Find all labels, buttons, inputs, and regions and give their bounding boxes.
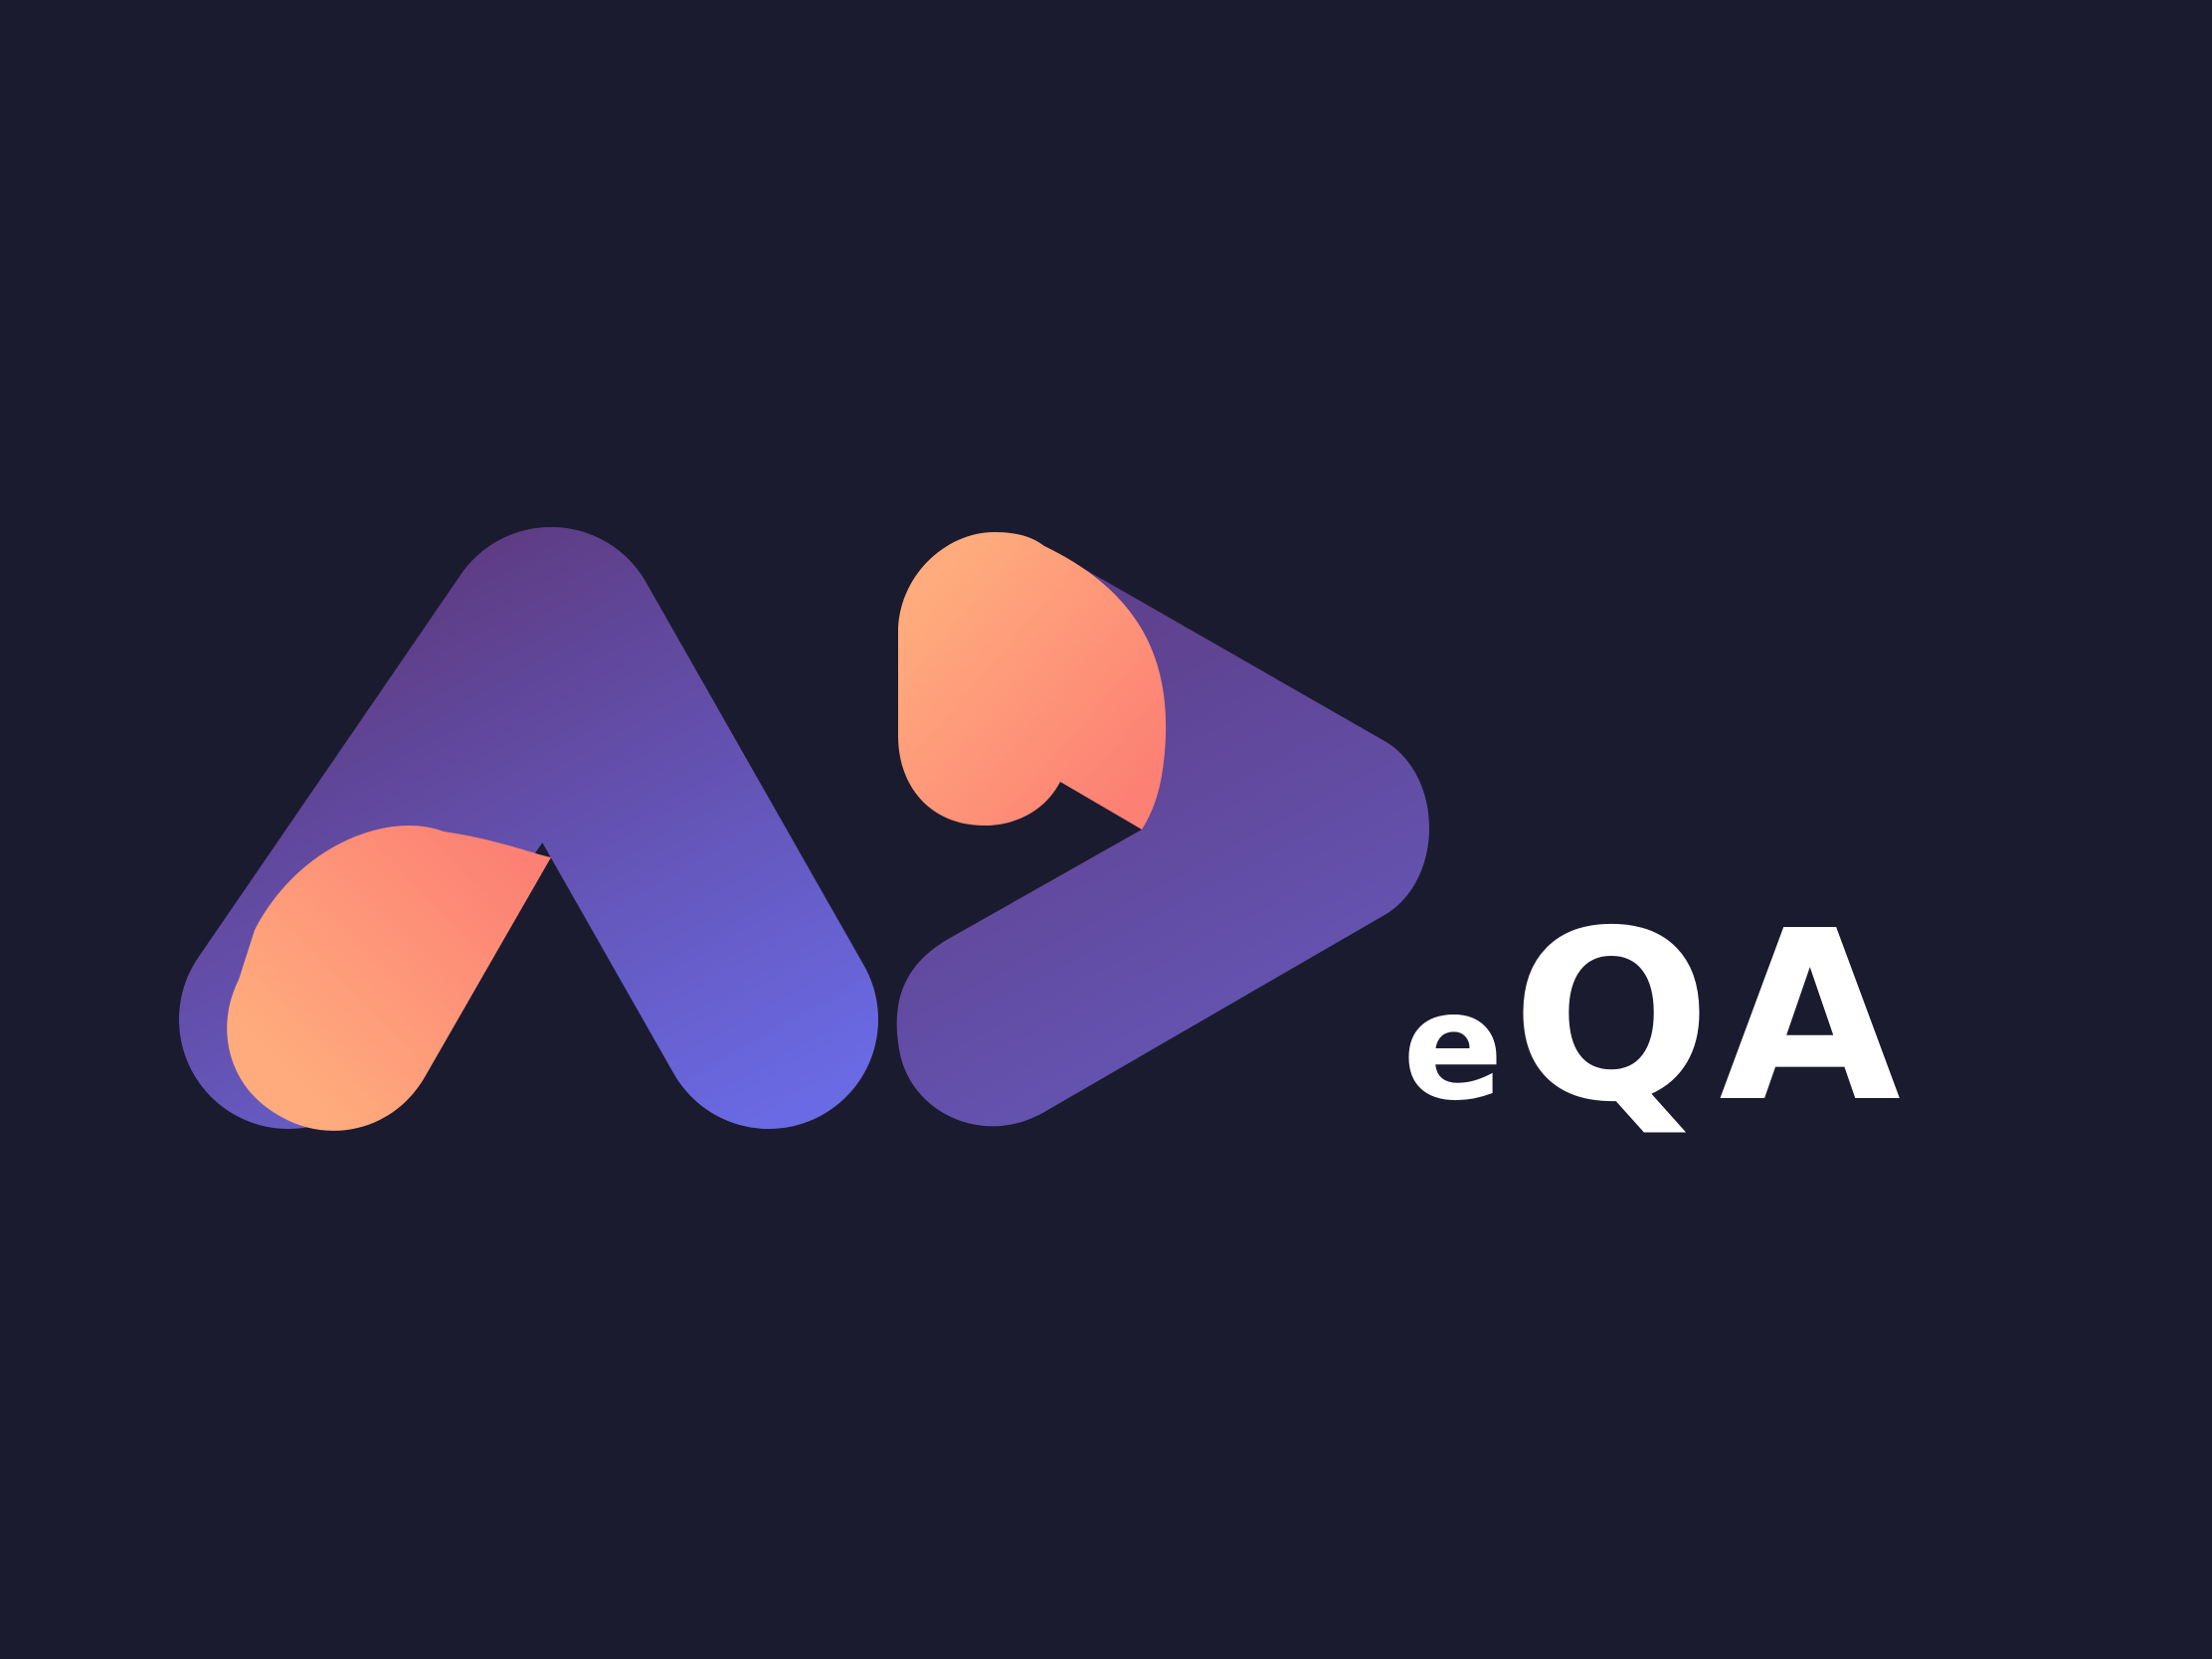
aeqa-logo-mark-icon [179,527,1429,1131]
letter-a-shape [179,527,878,1131]
brand-wordmark: e QA [1402,900,1909,1135]
wordmark-small-letter: e [1402,961,1506,1134]
wordmark-large-letters: QA [1511,880,1910,1154]
logo-canvas: e QA [0,0,2212,1659]
arrow-shape [896,532,1429,1127]
